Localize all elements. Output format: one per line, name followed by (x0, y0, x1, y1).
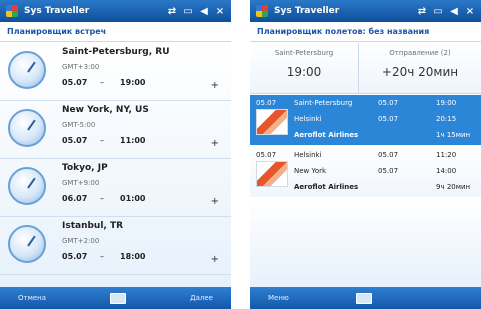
airline-name: Aeroflot Airlines (294, 131, 359, 139)
meeting-time[interactable]: 11:00 (120, 136, 145, 145)
meeting-date[interactable]: 06.07 (62, 194, 87, 203)
leg-time: 20:15 (436, 115, 457, 123)
add-button[interactable]: + (211, 138, 219, 149)
arrival-label: Отправление (2) (389, 49, 451, 57)
title-bar: Sys Traveller ⇄ ▭ ◀ × (0, 0, 231, 22)
city-row[interactable]: New York, NY, US GMT-5:00 05.07 – 11:00 … (0, 101, 231, 159)
connectivity-icon[interactable]: ⇄ (417, 6, 427, 17)
close-icon[interactable]: × (215, 6, 225, 17)
flight-planner-screen: Sys Traveller ⇄ ▭ ◀ × Планировщик полето… (250, 0, 481, 309)
flight-duration: 1ч 15мин (436, 131, 471, 139)
departure-time: 19:00 (286, 65, 322, 79)
app-title: Sys Traveller (274, 6, 340, 16)
flight-duration: 9ч 20мин (436, 183, 471, 191)
meeting-time[interactable]: 18:00 (120, 252, 145, 261)
gmt-offset: GMT-5:00 (62, 121, 96, 129)
airline-logo-icon (256, 161, 288, 187)
leg-date: 05.07 (378, 99, 399, 107)
separator: – (100, 252, 104, 261)
city-list: Saint-Petersburg, RU GMT+3:00 05.07 – 19… (0, 43, 231, 287)
city-name: New York, NY, US (62, 105, 149, 115)
separator: – (100, 136, 104, 145)
app-title: Sys Traveller (24, 6, 90, 16)
leg-time: 19:00 (436, 99, 457, 107)
title-bar: Sys Traveller ⇄ ▭ ◀ × (250, 0, 481, 22)
leg-city: New York (294, 167, 327, 175)
volume-icon[interactable]: ◀ (199, 6, 209, 17)
travel-duration: +20ч 20мин (381, 65, 459, 79)
keyboard-icon[interactable] (355, 292, 372, 304)
meeting-date[interactable]: 05.07 (62, 136, 87, 145)
windows-start-icon[interactable] (6, 5, 18, 17)
add-button[interactable]: + (211, 254, 219, 265)
menu-button[interactable]: Меню (268, 294, 289, 302)
leg-city: Helsinki (294, 115, 322, 123)
city-name: Saint-Petersburg, RU (62, 47, 170, 57)
flight-row[interactable]: 05.07 Saint-Petersburg 05.07 19:00 Helsi… (250, 95, 481, 145)
meeting-time[interactable]: 19:00 (120, 78, 145, 87)
close-icon[interactable]: × (465, 6, 475, 17)
leg-date: 05.07 (378, 151, 399, 159)
volume-icon[interactable]: ◀ (449, 6, 459, 17)
next-button[interactable]: Далее (190, 294, 213, 302)
add-button[interactable]: + (211, 196, 219, 207)
add-button[interactable]: + (211, 80, 219, 91)
separator: – (100, 78, 104, 87)
gmt-offset: GMT+3:00 (62, 63, 100, 71)
connectivity-icon[interactable]: ⇄ (167, 6, 177, 17)
page-title: Планировщик встреч (0, 22, 231, 42)
flight-date: 05.07 (256, 99, 277, 107)
flight-row[interactable]: 05.07 Helsinki 05.07 11:20 New York 05.0… (250, 147, 481, 197)
leg-city: Helsinki (294, 151, 322, 159)
leg-date: 05.07 (378, 167, 399, 175)
bottom-menu-bar: Отмена Далее (0, 287, 231, 309)
leg-date: 05.07 (378, 115, 399, 123)
gmt-offset: GMT+2:00 (62, 237, 100, 245)
meeting-time[interactable]: 01:00 (120, 194, 145, 203)
clock-icon (8, 51, 46, 89)
meeting-date[interactable]: 05.07 (62, 252, 87, 261)
page-title: Планировщик полетов: без названия (250, 22, 481, 42)
flight-date: 05.07 (256, 151, 277, 159)
gmt-offset: GMT+9:00 (62, 179, 100, 187)
clock-icon (8, 225, 46, 263)
meeting-planner-screen: Sys Traveller ⇄ ▭ ◀ × Планировщик встреч… (0, 0, 231, 309)
city-row[interactable]: Tokyo, JP GMT+9:00 06.07 – 01:00 + (0, 159, 231, 217)
city-row[interactable]: Istanbul, TR GMT+2:00 05.07 – 18:00 + (0, 217, 231, 275)
city-row[interactable]: Saint-Petersburg, RU GMT+3:00 05.07 – 19… (0, 43, 231, 101)
leg-time: 14:00 (436, 167, 457, 175)
meeting-date[interactable]: 05.07 (62, 78, 87, 87)
clock-icon (8, 167, 46, 205)
arrival-panel[interactable]: Отправление (2) +20ч 20мин (359, 43, 481, 93)
leg-time: 11:20 (436, 151, 457, 159)
leg-city: Saint-Petersburg (294, 99, 353, 107)
route-summary: Saint-Petersburg 19:00 Отправление (2) +… (250, 43, 481, 94)
city-name: Tokyo, JP (62, 163, 108, 173)
departure-panel[interactable]: Saint-Petersburg 19:00 (250, 43, 359, 93)
keyboard-icon[interactable] (110, 292, 127, 304)
cancel-button[interactable]: Отмена (18, 294, 46, 302)
clock-icon (8, 109, 46, 147)
separator: – (100, 194, 104, 203)
battery-icon[interactable]: ▭ (183, 6, 193, 17)
city-name: Istanbul, TR (62, 221, 124, 231)
battery-icon[interactable]: ▭ (433, 6, 443, 17)
airline-logo-icon (256, 109, 288, 135)
departure-city: Saint-Petersburg (274, 49, 334, 57)
windows-start-icon[interactable] (256, 5, 268, 17)
airline-name: Aeroflot Airlines (294, 183, 359, 191)
empty-list-area (250, 199, 481, 287)
bottom-menu-bar: Меню (250, 287, 481, 309)
